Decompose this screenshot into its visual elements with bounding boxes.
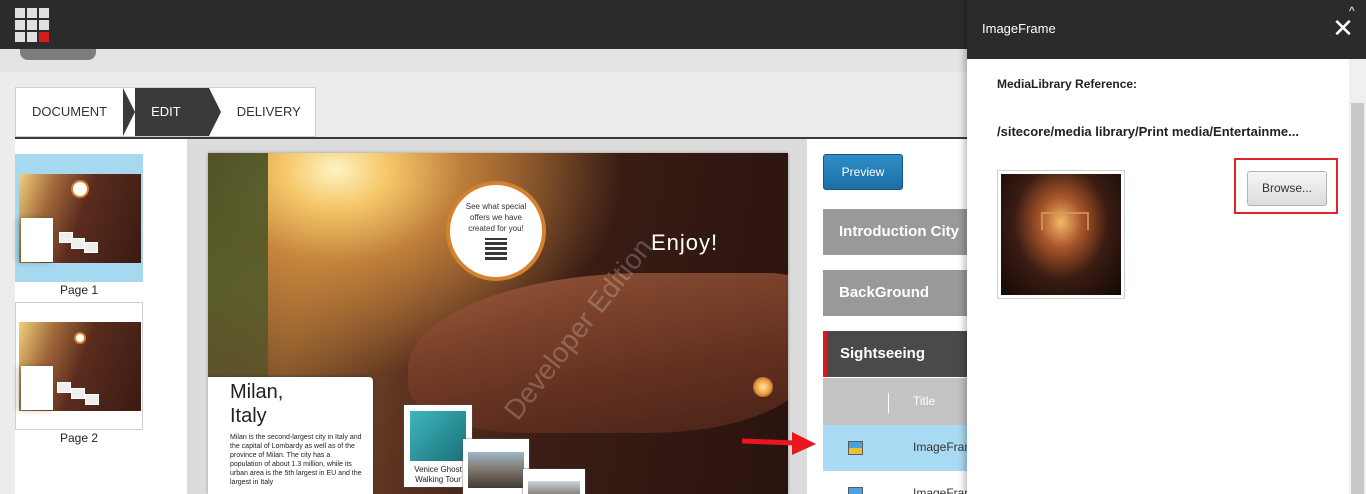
step-document[interactable]: DOCUMENT <box>16 88 123 136</box>
page-thumbnail-2[interactable] <box>15 302 143 430</box>
section-sightseeing[interactable]: Sightseeing <box>823 331 967 377</box>
city-body: Milan is the second-largest city in Ital… <box>230 434 362 486</box>
media-reference-label: MediaLibrary Reference: <box>997 77 1138 91</box>
page-2-label: Page 2 <box>59 431 99 445</box>
section-introduction-city[interactable]: Introduction City <box>823 209 967 255</box>
items-grid-header: Title <box>823 378 967 426</box>
red-arrow-annotation-icon <box>741 432 816 455</box>
panel-title: ImageFrame <box>982 21 1056 36</box>
grid-row[interactable]: ImageFrame <box>823 425 967 471</box>
close-icon[interactable]: ✕ <box>1330 13 1356 43</box>
preview-button[interactable]: Preview <box>823 154 903 190</box>
step-edit[interactable]: EDIT <box>123 88 221 136</box>
title-column-header[interactable]: Title <box>913 394 935 408</box>
app-launcher-icon[interactable] <box>15 8 49 42</box>
grid-row[interactable]: ImageFrame <box>823 471 967 494</box>
ribbon-toggle-tab[interactable] <box>20 49 96 60</box>
page-thumbnail-1[interactable] <box>15 154 143 282</box>
city-title-line-1: Milan, <box>230 381 284 403</box>
browse-highlight-box: Browse... <box>1234 158 1338 214</box>
image-icon <box>848 441 863 455</box>
image-frame-2[interactable] <box>463 439 529 494</box>
enjoy-text-frame[interactable]: Enjoy! <box>651 230 718 256</box>
page-1-preview <box>19 174 141 263</box>
city-title: Milan, Italy <box>230 380 283 428</box>
media-reference-path: /sitecore/media library/Print media/Ente… <box>997 124 1299 139</box>
media-preview-image <box>997 170 1125 299</box>
page-1-label: Page 1 <box>59 283 99 297</box>
city-title-line-2: Italy <box>230 405 267 427</box>
row-title: ImageFrame <box>913 486 967 494</box>
panel-header: ImageFrame ^ ✕ <box>967 0 1366 59</box>
panel-scrollbar[interactable] <box>1349 59 1366 494</box>
step-delivery[interactable]: DELIVERY <box>209 88 315 136</box>
page-2-preview <box>19 322 141 411</box>
qr-code-icon <box>485 238 507 260</box>
row-title: ImageFrame <box>913 440 967 454</box>
offer-bubble-text: See what special offers we have created … <box>465 202 527 233</box>
workflow-steps: DOCUMENT EDIT DELIVERY <box>15 87 316 137</box>
city-text-frame[interactable]: Milan, Italy Milan is the second-largest… <box>208 377 373 494</box>
photo-caption: Venice Ghost Walking Tour <box>414 465 462 484</box>
document-page: Developer Edition See what special offer… <box>208 153 788 494</box>
imageframe-properties-panel: ImageFrame ^ ✕ MediaLibrary Reference: /… <box>967 0 1366 494</box>
image-icon <box>848 487 863 494</box>
image-frame-1[interactable]: Venice Ghost Walking Tour <box>404 405 472 487</box>
image-frame-3[interactable] <box>523 469 585 494</box>
browse-button[interactable]: Browse... <box>1247 171 1327 206</box>
offer-bubble-frame[interactable]: See what special offers we have created … <box>446 181 546 281</box>
section-background[interactable]: BackGround <box>823 270 967 316</box>
